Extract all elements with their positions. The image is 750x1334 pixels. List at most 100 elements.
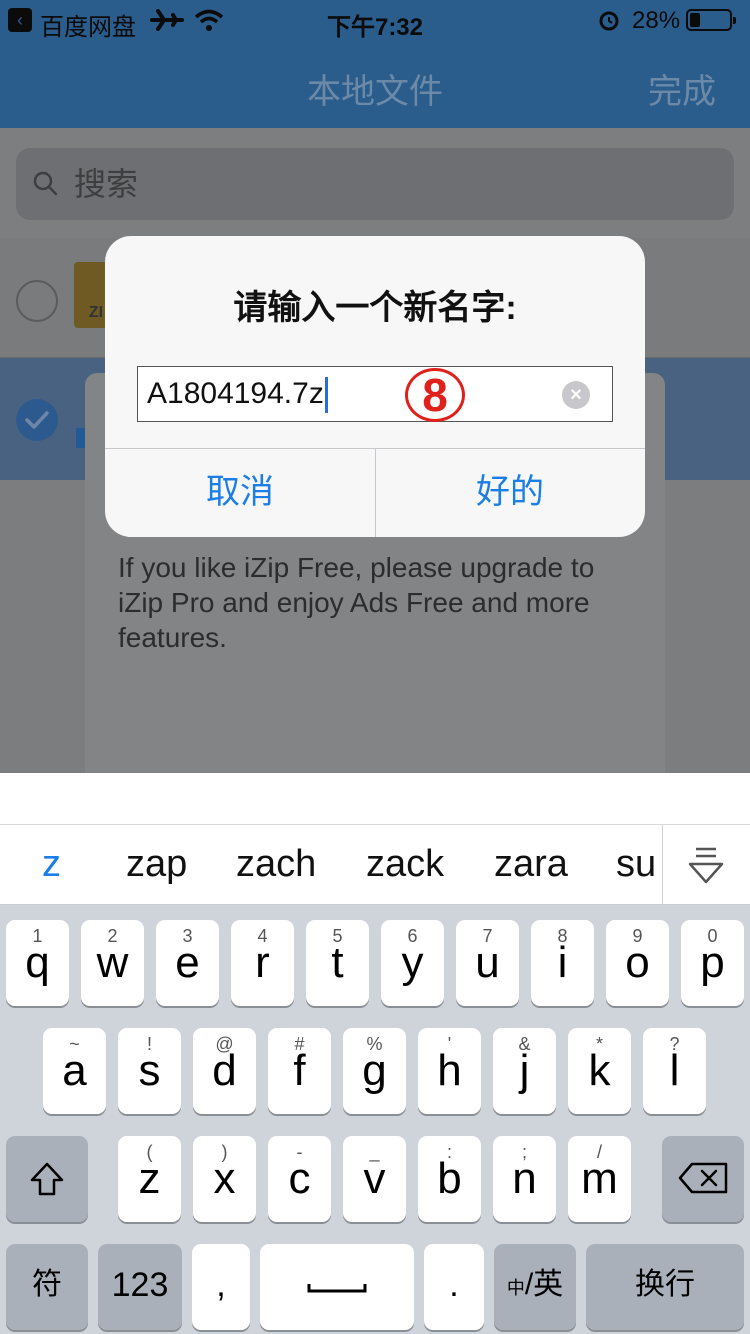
symbols-key[interactable]: 符 [6,1244,88,1330]
key-label: z [138,1154,161,1203]
key-label: a [62,1046,87,1095]
battery-icon [686,9,736,31]
navigation-bar: 本地文件 完成 [0,40,750,128]
key-l[interactable]: ? l [643,1028,706,1114]
key-label: m [581,1154,618,1203]
shift-key[interactable] [6,1136,88,1222]
key-s[interactable]: ! s [118,1028,181,1114]
backspace-icon [678,1162,728,1194]
language-switch-key[interactable]: 中/英 [494,1244,576,1330]
key-label: p [700,938,725,987]
key-label: y [401,938,424,987]
key-d[interactable]: @ d [193,1028,256,1114]
key-label: k [588,1046,611,1095]
key-label: f [293,1046,306,1095]
key-label: b [437,1154,462,1203]
key-k[interactable]: * k [568,1028,631,1114]
key-label: j [519,1046,530,1095]
key-v[interactable]: _ v [343,1136,406,1222]
key-b[interactable]: :b [418,1136,481,1222]
suggestion-item[interactable]: zach [236,843,316,886]
language-small-label: 中 [506,1278,525,1298]
row-checked-icon[interactable] [16,399,58,441]
clear-text-icon[interactable]: × [562,381,590,409]
key-w[interactable]: 2w [81,920,144,1006]
key-m[interactable]: / m [568,1136,631,1222]
cancel-button[interactable]: 取消 [105,448,375,537]
comma-key[interactable]: , [192,1244,250,1330]
key-r[interactable]: 4r [231,920,294,1006]
alarm-icon [599,11,619,31]
key-o[interactable]: 9o [606,920,669,1006]
key-label: w [96,938,129,987]
step-annotation-badge: 8 [405,368,465,422]
key-label: e [175,938,200,987]
numbers-key[interactable]: 123 [98,1244,182,1330]
key-label: x [213,1154,236,1203]
key-label: c [288,1154,311,1203]
battery-percent: 28% [632,7,681,34]
search-icon [33,171,58,196]
key-e[interactable]: 3e [156,920,219,1006]
key-label: u [475,938,500,987]
collapse-keyboard-icon[interactable] [688,847,724,885]
search-field[interactable] [16,148,734,220]
key-label: g [362,1046,387,1095]
key-c[interactable]: -c [268,1136,331,1222]
upgrade-ad-text: If you like iZip Free, please upgrade to… [118,552,595,653]
language-label: /英 [524,1268,564,1301]
new-name-value: A1804194.7z [147,377,324,410]
rename-dialog: 请输入一个新名字: A1804194.7z × 8 取消 好的 [105,236,645,537]
delete-key[interactable] [662,1136,744,1222]
key-label: l [669,1046,680,1095]
key-i[interactable]: 8i [531,920,594,1006]
key-j[interactable]: & j [493,1028,556,1114]
key-label: d [212,1046,237,1095]
key-n[interactable]: ; n [493,1136,556,1222]
suggestion-item[interactable]: zack [366,843,444,886]
key-label: i [557,938,568,987]
new-name-input[interactable]: A1804194.7z × [137,366,613,422]
space-key[interactable] [260,1244,414,1330]
search-bar-container [0,128,750,238]
key-g[interactable]: % g [343,1028,406,1114]
key-label: t [331,938,344,987]
key-f[interactable]: # f [268,1028,331,1114]
key-label: h [437,1046,462,1095]
key-label: r [255,938,270,987]
key-label: q [25,938,50,987]
search-input[interactable] [74,162,674,206]
key-x[interactable]: ) x [193,1136,256,1222]
key-label: s [138,1046,161,1095]
space-bar-icon [307,1284,367,1293]
suggestion-item[interactable]: zap [126,843,187,886]
done-button[interactable]: 完成 [648,64,716,113]
key-h[interactable]: ' h [418,1028,481,1114]
key-label: v [363,1154,386,1203]
shift-icon [30,1162,64,1196]
period-key[interactable]: . [424,1244,484,1330]
ok-button[interactable]: 好的 [375,448,645,537]
key-z[interactable]: (z [118,1136,181,1222]
suggestion-item[interactable]: zara [494,843,568,886]
key-label: o [625,938,650,987]
keyboard: 1q2w3e4r5t6y7u8i9o0p ~ a! s @ d # f% g ' h & j * k? l … [0,905,750,1334]
suggestion-bar: z zap zach zack zara su [0,825,750,905]
key-a[interactable]: ~ a [43,1028,106,1114]
suggestion-divider [662,825,663,905]
key-label: n [512,1154,537,1203]
key-u[interactable]: 7u [456,920,519,1006]
key-y[interactable]: 6y [381,920,444,1006]
key-p[interactable]: 0p [681,920,744,1006]
return-key[interactable]: 换行 [586,1244,744,1330]
status-bar: ‹ 百度网盘 下午7:32 28% [0,0,750,41]
row-select-radio[interactable] [16,280,58,322]
suggestion-item[interactable]: su [616,843,660,886]
dialog-title: 请输入一个新名字: [233,289,517,327]
key-t[interactable]: 5t [306,920,369,1006]
key-q[interactable]: 1q [6,920,69,1006]
page-title: 本地文件 [307,73,443,111]
keyboard-accessory-bar [0,773,750,825]
suggestion-item[interactable]: z [42,843,61,886]
text-caret [325,377,328,413]
